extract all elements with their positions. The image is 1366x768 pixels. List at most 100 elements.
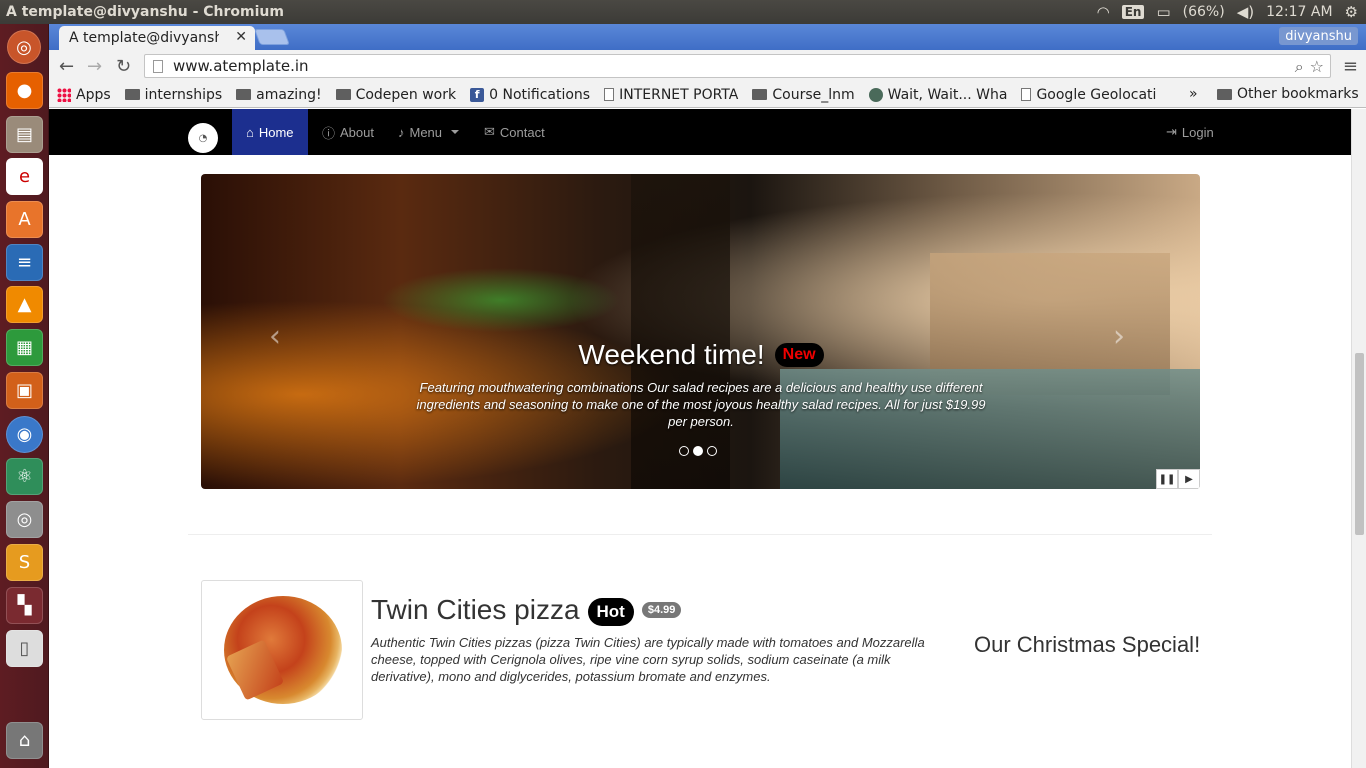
other-bookmarks[interactable]: Other bookmarks (1217, 86, 1359, 102)
software-center-icon[interactable]: A (6, 201, 43, 238)
folder-icon (335, 89, 351, 100)
gear-icon[interactable]: ⚙ (1345, 3, 1358, 21)
bookmark-label: internships (144, 86, 223, 103)
caret-down-icon (451, 130, 460, 134)
evince-icon[interactable]: e (6, 158, 43, 195)
bookmark-apps[interactable]: Apps (57, 87, 111, 103)
firefox-icon[interactable]: ● (6, 72, 43, 109)
bookmark-course[interactable]: Course_lnm (752, 86, 855, 103)
bookmark-star-icon[interactable]: ☆ (1310, 57, 1324, 77)
bookmark-label: INTERNET PORTA (619, 86, 739, 103)
close-tab-icon[interactable]: ✕ (235, 29, 247, 45)
page-scrollbar[interactable] (1351, 109, 1366, 768)
url-text[interactable]: www.atemplate.in (173, 57, 309, 75)
wifi-icon[interactable]: ◠ (1097, 3, 1110, 21)
play-icon[interactable]: ▶ (1178, 469, 1200, 489)
browser-toolbar: ← → ↻ www.atemplate.in ⌕ ☆ ≡ (49, 50, 1366, 82)
site-icon (868, 87, 883, 102)
nav-contact[interactable]: ✉ Contact (484, 109, 545, 155)
nav-about-label: About (340, 124, 374, 140)
nav-menu-label: Menu (409, 124, 443, 140)
bookmark-codepen[interactable]: Codepen work (335, 86, 457, 103)
home-icon: ⌂ (246, 124, 254, 140)
product-thumbnail[interactable] (201, 580, 363, 720)
battery-icon[interactable]: ▭ (1156, 3, 1170, 21)
bookmark-notifications[interactable]: f 0 Notifications (470, 87, 590, 103)
carousel-indicator-1[interactable] (679, 446, 689, 456)
writer-icon[interactable]: ≡ (6, 244, 43, 281)
bookmark-amazing[interactable]: amazing! (236, 86, 322, 103)
site-logo[interactable]: ◔ (188, 123, 218, 153)
page-icon (604, 88, 615, 101)
atom-icon[interactable]: ⚛ (6, 458, 43, 495)
bell-icon: ♪ (398, 124, 405, 140)
bookmark-label: Codepen work (355, 86, 457, 103)
address-bar[interactable]: www.atemplate.in ⌕ ☆ (144, 54, 1331, 78)
bookmark-label: Course_lnm (772, 86, 855, 103)
calc-icon[interactable]: ▦ (6, 329, 43, 366)
carousel-image-palm (630, 174, 731, 489)
impress-icon[interactable]: ▣ (6, 372, 43, 409)
bookmark-google-geolocation[interactable]: Google Geolocati (1021, 87, 1156, 103)
section-divider (188, 534, 1212, 535)
hot-badge: Hot (587, 598, 634, 626)
forward-icon[interactable]: → (87, 56, 102, 77)
reload-icon[interactable]: ↻ (116, 56, 131, 77)
bookmark-label: amazing! (256, 86, 322, 103)
window-title: A template@divyanshu - Chromium (6, 4, 284, 20)
info-icon: ⓘ (322, 125, 336, 141)
bookmarks-overflow-button[interactable]: » (1189, 86, 1198, 102)
hero-carousel[interactable]: ‹ › Weekend time! New Featuring mouthwat… (201, 174, 1200, 489)
carousel-prev-icon[interactable]: ‹ (269, 319, 281, 354)
file-cabinet-icon[interactable]: ▤ (6, 116, 43, 153)
back-icon[interactable]: ← (59, 56, 74, 77)
volume-icon[interactable]: ◀) (1237, 3, 1254, 21)
nav-contact-label: Contact (499, 124, 545, 140)
carousel-indicator-3[interactable] (707, 446, 717, 456)
chromium-icon[interactable]: ◉ (6, 416, 43, 453)
bookmark-internships[interactable]: internships (124, 86, 223, 103)
site-navbar: ◔ ⌂ Home ⓘ About ♪ Menu ✉ Contact ⇥ Logi… (49, 109, 1351, 155)
folder-icon (1217, 88, 1232, 100)
clock[interactable]: 12:17 AM (1266, 4, 1332, 20)
keyboard-layout-indicator[interactable]: En (1121, 5, 1145, 19)
login-icon: ⇥ (1166, 124, 1177, 139)
nav-menu[interactable]: ♪ Menu (398, 109, 460, 155)
bookmark-label: 0 Notifications (489, 86, 591, 103)
price-badge: $4.99 (641, 602, 682, 618)
folder-icon (236, 89, 252, 100)
carousel-caption: Weekend time! New Featuring mouthwaterin… (401, 339, 1001, 430)
product-info: Twin Cities pizza Hot $4.99 Authentic Tw… (371, 594, 949, 685)
nav-login[interactable]: ⇥ Login (1166, 109, 1214, 155)
carousel-indicator-2[interactable] (693, 446, 703, 456)
system-indicators: ◠ En ▭ (66%) ◀) 12:17 AM ⚙ (1097, 0, 1358, 24)
sublime-icon[interactable]: S (6, 544, 43, 581)
pause-icon[interactable]: ❚❚ (1156, 469, 1178, 489)
workspace-switcher-icon[interactable]: ▚ (6, 587, 43, 624)
carousel-heading-text: Weekend time! (578, 339, 765, 370)
nav-home[interactable]: ⌂ Home (232, 109, 308, 155)
new-tab-button[interactable] (254, 29, 290, 45)
scrollbar-thumb[interactable] (1355, 353, 1364, 535)
nav-about[interactable]: ⓘ About (322, 109, 374, 155)
bookmark-internet-portal[interactable]: INTERNET PORTA (604, 87, 738, 103)
menu-icon[interactable]: ≡ (1343, 56, 1358, 77)
battery-percent[interactable]: (66%) (1183, 4, 1225, 20)
carousel-indicators (679, 446, 717, 456)
profile-button[interactable]: divyanshu (1279, 27, 1358, 45)
carousel-next-icon[interactable]: › (1113, 319, 1125, 354)
vlc-icon[interactable]: ▲ (6, 286, 43, 323)
nav-login-label: Login (1181, 124, 1214, 140)
ubuntu-dash-icon[interactable]: ◎ (7, 30, 41, 64)
christmas-special-heading: Our Christmas Special! (974, 632, 1201, 657)
bookmark-label: Wait, Wait... Wha (887, 86, 1008, 103)
bookmark-wait-wait[interactable]: Wait, Wait... Wha (868, 86, 1008, 103)
bookmark-label: Google Geolocati (1036, 86, 1157, 103)
trash-icon[interactable]: ⌂ (6, 722, 43, 759)
speaker-icon[interactable]: ◎ (6, 501, 43, 538)
browser-tab[interactable]: A template@divyanshu - Chromium ✕ (59, 26, 255, 50)
page-viewport: ◔ ⌂ Home ⓘ About ♪ Menu ✉ Contact ⇥ Logi… (49, 109, 1351, 768)
drive-icon[interactable]: ▯ (6, 630, 43, 667)
bookmark-label: Apps (76, 86, 111, 103)
zoom-icon[interactable]: ⌕ (1295, 57, 1304, 77)
